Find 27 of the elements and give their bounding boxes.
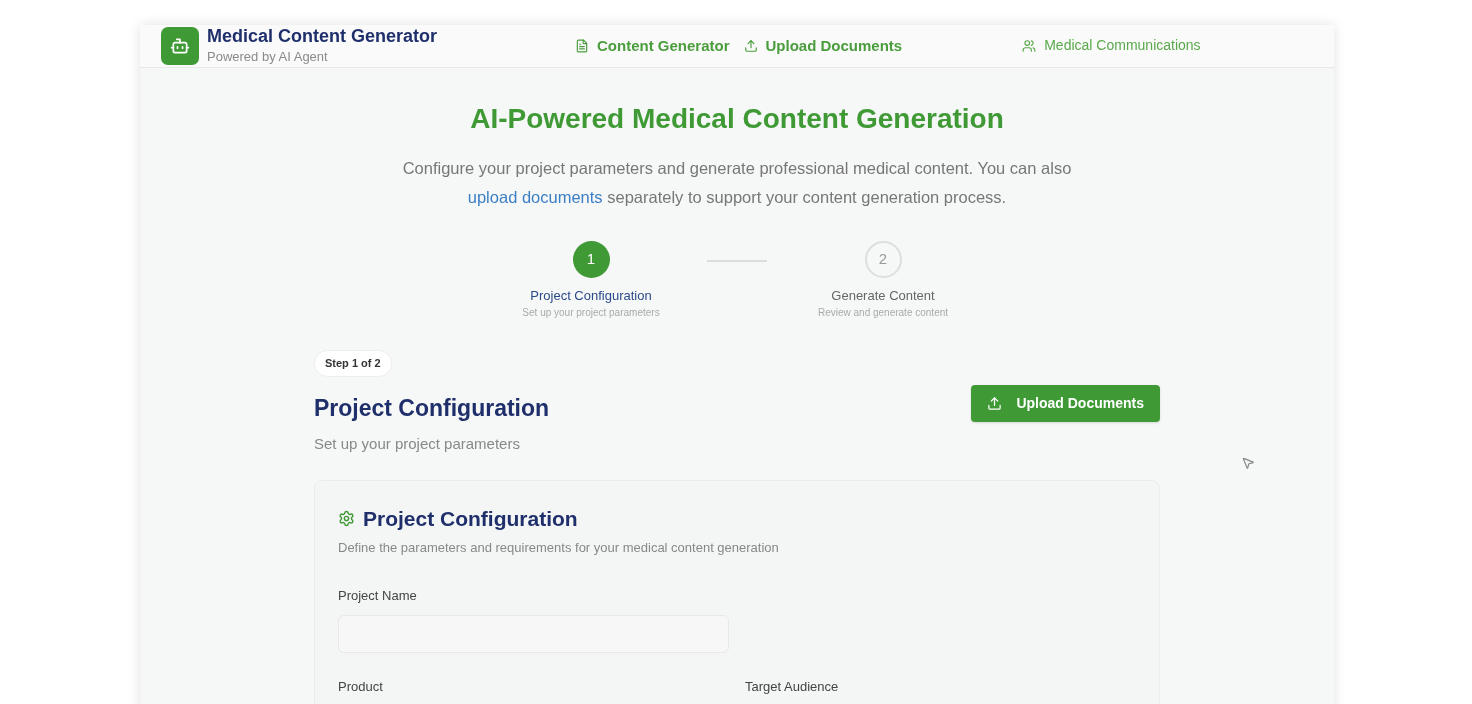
- hero-intro: Configure your project parameters and generate professional medical content. You can also upload documents separately to support your content generation process.: [401, 157, 1073, 208]
- step-title: Project Configuration: [530, 286, 652, 305]
- step-badge: Step 1 of 2: [314, 350, 392, 377]
- users-icon: [1022, 38, 1037, 53]
- section-subtitle: Set up your project parameters: [314, 434, 521, 454]
- gear-icon: [338, 509, 355, 527]
- step-title: Generate Content: [831, 286, 935, 305]
- card-title: Project Configuration: [363, 505, 578, 532]
- app-subtitle: Powered by AI Agent: [207, 48, 329, 66]
- nav-link[interactable]: Medical Communications: [1022, 35, 1201, 57]
- upload-documents-link[interactable]: upload documents: [467, 187, 603, 206]
- field-label: Project Name: [338, 586, 417, 605]
- hero-title: AI-Powered Medical Content Generation: [470, 101, 1004, 136]
- field-label: Product: [338, 678, 383, 696]
- document-icon: [575, 38, 589, 53]
- step-subtitle: Set up your project parameters: [522, 306, 660, 320]
- card-subtitle: Define the parameters and requirements for your medical content generation: [338, 539, 780, 557]
- field-label: Target Audience: [745, 678, 839, 696]
- step-subtitle: Review and generate content: [817, 306, 949, 320]
- section-title: Project Configuration: [314, 393, 550, 423]
- app-title: Medical Content Generator: [207, 25, 438, 47]
- upload-documents-button[interactable]: Upload Documents: [971, 384, 1160, 422]
- mouse-cursor-icon: [1241, 456, 1255, 470]
- nav-link[interactable]: Upload Documents: [743, 34, 903, 57]
- upload-icon: [743, 38, 758, 53]
- nav-link[interactable]: Content Generator: [575, 34, 730, 57]
- upload-icon: [987, 395, 1003, 411]
